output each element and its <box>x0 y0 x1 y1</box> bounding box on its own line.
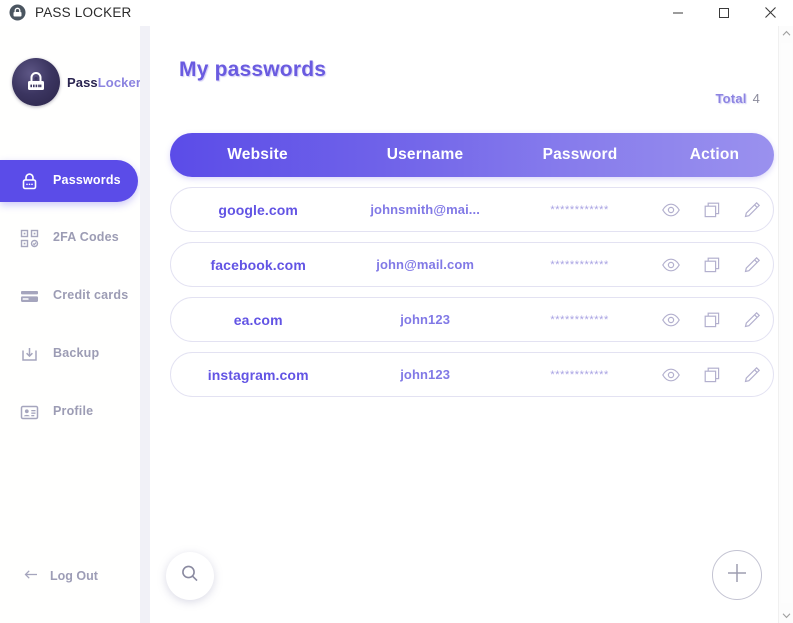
cell-username: john@mail.com <box>376 257 475 272</box>
sidebar: PassLocker Passwords 2FA Codes Credit ca… <box>0 26 141 623</box>
maximize-button[interactable] <box>701 0 747 26</box>
scroll-up-icon[interactable] <box>779 26 793 41</box>
sidebar-item-passwords[interactable]: Passwords <box>0 160 138 202</box>
search-icon <box>178 562 202 591</box>
sidebar-item-backup[interactable]: Backup <box>0 332 140 376</box>
cell-password: ************ <box>550 368 609 381</box>
sidebar-item-label: Credit cards <box>53 288 129 303</box>
logo-text-pass: Pass <box>67 74 98 90</box>
cell-username: johnsmith@mai... <box>370 202 480 217</box>
total-label: Total <box>715 91 747 106</box>
pencil-icon[interactable] <box>737 305 767 335</box>
sidebar-item-2fa-codes[interactable]: 2FA Codes <box>0 216 140 260</box>
logo-text-locker: Locker <box>97 74 141 90</box>
credit-card-icon <box>18 285 40 307</box>
table-row[interactable]: google.com johnsmith@mai... ************ <box>170 187 774 232</box>
pencil-icon[interactable] <box>737 250 767 280</box>
cell-website: instagram.com <box>207 366 309 383</box>
lock-icon <box>18 170 40 192</box>
cell-actions <box>654 250 773 280</box>
arrow-left-icon <box>24 568 40 584</box>
vertical-scrollbar[interactable] <box>778 26 793 623</box>
eye-icon[interactable] <box>656 195 686 225</box>
window-controls <box>655 0 793 26</box>
copy-icon[interactable] <box>697 195 727 225</box>
cell-password: ************ <box>550 203 609 216</box>
sidebar-item-credit-cards[interactable]: Credit cards <box>0 274 140 318</box>
table-row[interactable]: facebook.com john@mail.com ************ <box>170 242 774 287</box>
eye-icon[interactable] <box>656 250 686 280</box>
eye-icon[interactable] <box>656 360 686 390</box>
scroll-down-icon[interactable] <box>779 608 793 623</box>
copy-icon[interactable] <box>697 360 727 390</box>
app-window: PASS LOCKER PassLocker Passwords 2FA Cod… <box>0 0 793 623</box>
total-value: 4 <box>752 91 760 106</box>
table-header: Website Username Password Action <box>170 133 774 177</box>
column-header-website: Website <box>227 146 288 163</box>
id-card-icon <box>18 401 40 423</box>
window-title: PASS LOCKER <box>35 5 132 20</box>
copy-icon[interactable] <box>697 305 727 335</box>
page-title: My passwords <box>179 58 327 81</box>
sidebar-item-label: Passwords <box>53 173 121 188</box>
cell-actions <box>654 360 773 390</box>
minimize-button[interactable] <box>655 0 701 26</box>
cell-username: john123 <box>400 367 451 382</box>
eye-icon[interactable] <box>656 305 686 335</box>
search-button[interactable] <box>166 552 214 600</box>
app-lock-icon <box>8 4 26 22</box>
app-logo: PassLocker <box>12 58 141 106</box>
sidebar-item-label: Profile <box>53 404 94 419</box>
add-button[interactable] <box>712 550 762 600</box>
plus-icon <box>724 560 750 591</box>
sidebar-item-label: 2FA Codes <box>53 230 119 245</box>
sidebar-divider <box>140 26 150 623</box>
table-row[interactable]: ea.com john123 ************ <box>170 297 774 342</box>
close-button[interactable] <box>747 0 793 26</box>
column-header-password: Password <box>542 146 618 163</box>
pencil-icon[interactable] <box>737 360 767 390</box>
total-count: Total 4 <box>715 91 760 106</box>
cell-actions <box>654 305 773 335</box>
cell-password: ************ <box>550 313 609 326</box>
cell-password: ************ <box>550 258 609 271</box>
column-header-action: Action <box>689 146 740 163</box>
logout-label: Log Out <box>50 569 98 583</box>
sidebar-item-profile[interactable]: Profile <box>0 390 140 434</box>
cell-username: john123 <box>400 312 451 327</box>
logo-text: PassLocker <box>67 75 141 90</box>
pencil-icon[interactable] <box>737 195 767 225</box>
cell-website: ea.com <box>233 311 283 328</box>
sidebar-nav: Passwords 2FA Codes Credit cards Backup … <box>0 160 140 448</box>
title-bar: PASS LOCKER <box>0 0 793 26</box>
column-header-username: Username <box>386 146 464 163</box>
padlock-badge-icon <box>12 58 60 106</box>
main-content: My passwords Total 4 Website Username Pas… <box>150 26 778 623</box>
passwords-table: Website Username Password Action google.… <box>170 133 774 397</box>
qr-code-icon <box>18 227 40 249</box>
cell-website: facebook.com <box>210 256 306 273</box>
cell-website: google.com <box>218 201 298 218</box>
logout-button[interactable]: Log Out <box>24 568 98 584</box>
copy-icon[interactable] <box>697 250 727 280</box>
scrollbar-thumb[interactable] <box>781 43 792 603</box>
sidebar-item-label: Backup <box>53 346 100 361</box>
table-row[interactable]: instagram.com john123 ************ <box>170 352 774 397</box>
cell-actions <box>654 195 773 225</box>
download-icon <box>18 343 40 365</box>
